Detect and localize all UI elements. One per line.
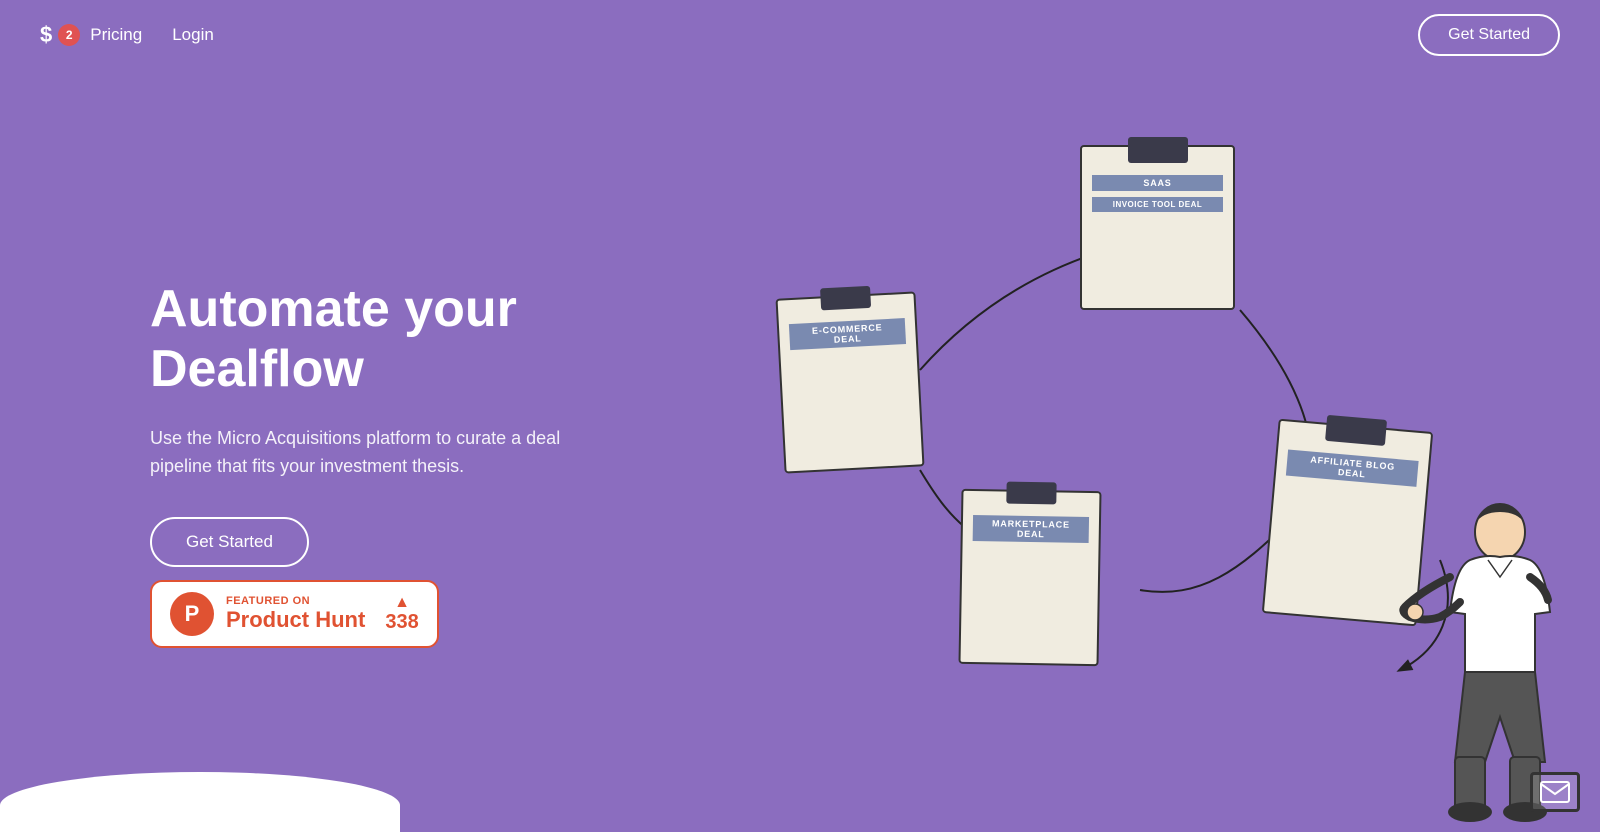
product-hunt-arrow-icon: ▲ bbox=[394, 595, 410, 611]
card-clip-marketplace bbox=[1006, 482, 1056, 505]
nav-cta-area: Get Started bbox=[1418, 14, 1560, 56]
deal-label-marketplace: MARKETPLACE DEAL bbox=[973, 515, 1089, 543]
logo-badge: 2 bbox=[58, 24, 80, 46]
product-hunt-text: FEATURED ON Product Hunt bbox=[226, 595, 365, 633]
logo[interactable]: $ 2 bbox=[40, 22, 80, 48]
product-hunt-count: ▲ 338 bbox=[385, 595, 418, 634]
nav-links: Pricing Login bbox=[90, 25, 214, 45]
hero-get-started-button[interactable]: Get Started bbox=[150, 517, 309, 567]
logo-dollar-icon: $ bbox=[40, 22, 52, 48]
deal-card-marketplace: MARKETPLACE DEAL bbox=[958, 489, 1101, 666]
deal-card-saas: SAAS INVOICE TOOL DEAL bbox=[1080, 145, 1235, 310]
deal-label2-saas: INVOICE TOOL DEAL bbox=[1092, 197, 1223, 212]
nav-pricing-link[interactable]: Pricing bbox=[90, 25, 142, 45]
wave-decoration bbox=[0, 772, 400, 832]
hero-title: Automate your Dealflow bbox=[150, 280, 570, 400]
card-clip-saas bbox=[1128, 137, 1188, 163]
illustration-area: SAAS INVOICE TOOL DEAL E-COMMERCE DEAL M… bbox=[650, 0, 1600, 832]
product-hunt-logo-icon: P bbox=[170, 592, 214, 636]
product-hunt-name: Product Hunt bbox=[226, 607, 365, 633]
card-clip-ecommerce bbox=[820, 286, 871, 311]
mail-icon[interactable] bbox=[1530, 772, 1580, 812]
product-hunt-number: 338 bbox=[385, 611, 418, 634]
nav-login-link[interactable]: Login bbox=[172, 25, 214, 45]
nav-get-started-button[interactable]: Get Started bbox=[1418, 14, 1560, 56]
deal-label-ecommerce: E-COMMERCE DEAL bbox=[789, 318, 906, 350]
deal-card-ecommerce: E-COMMERCE DEAL bbox=[776, 291, 925, 473]
product-hunt-badge[interactable]: P FEATURED ON Product Hunt ▲ 338 bbox=[150, 580, 439, 648]
hero-section: Automate your Dealflow Use the Micro Acq… bbox=[150, 280, 570, 567]
product-hunt-featured-label: FEATURED ON bbox=[226, 595, 365, 607]
card-clip-affiliate bbox=[1325, 415, 1387, 446]
deal-label-saas: SAAS bbox=[1092, 175, 1223, 191]
hero-subtitle: Use the Micro Acquisitions platform to c… bbox=[150, 424, 570, 482]
navigation: $ 2 Pricing Login Get Started bbox=[0, 0, 1600, 70]
